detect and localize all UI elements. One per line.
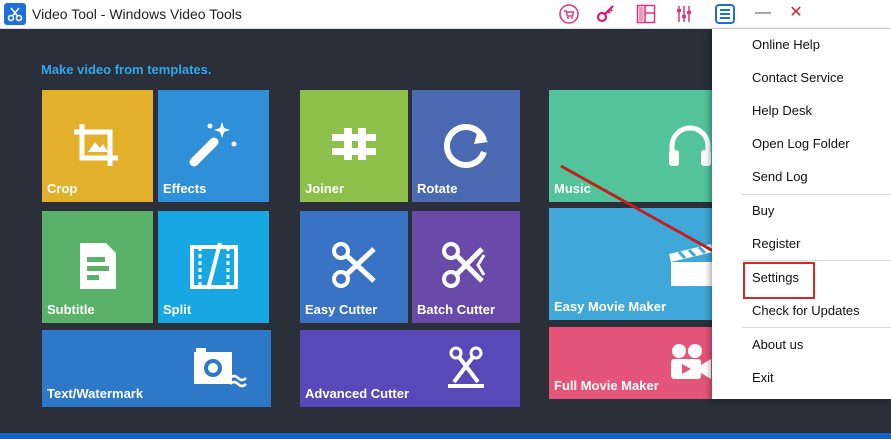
- menu-item-register[interactable]: Register: [752, 236, 800, 251]
- joiner-icon: [332, 128, 376, 160]
- tile-effects[interactable]: Effects: [158, 90, 269, 202]
- menu-item-contact-service[interactable]: Contact Service: [752, 70, 844, 85]
- key-icon[interactable]: [596, 4, 616, 24]
- menu-item-open-log-folder[interactable]: Open Log Folder: [752, 136, 850, 151]
- tile-batch-cutter[interactable]: Batch Cutter: [412, 211, 520, 323]
- close-button[interactable]: ✕: [784, 2, 808, 26]
- tile-crop[interactable]: Crop: [42, 90, 153, 202]
- tile-subtitle[interactable]: Subtitle: [42, 211, 153, 323]
- menu-separator: [742, 327, 891, 328]
- tile-split[interactable]: Split: [158, 211, 269, 323]
- camera-water-icon: [194, 348, 247, 388]
- tile-label: Advanced Cutter: [305, 386, 410, 401]
- tile-label: Full Movie Maker: [554, 378, 659, 393]
- menu-separator: [742, 260, 891, 261]
- taskbar-strip: [0, 433, 891, 439]
- window-title: Video Tool - Windows Video Tools: [32, 6, 242, 22]
- subtitle-icon: [80, 243, 116, 289]
- menu-item-about-us[interactable]: About us: [752, 337, 803, 352]
- settings-highlight-box: [743, 262, 815, 299]
- tile-label: Batch Cutter: [417, 302, 496, 317]
- film-split-icon: [190, 242, 238, 290]
- tile-label: Joiner: [305, 181, 345, 196]
- cart-icon[interactable]: [559, 4, 579, 24]
- tile-full-movie-maker[interactable]: Full Movie Maker: [549, 327, 719, 399]
- tile-advanced-cutter[interactable]: Advanced Cutter: [300, 330, 520, 407]
- layout-icon[interactable]: [636, 4, 656, 24]
- app-scissors-icon: [4, 3, 26, 25]
- magic-wand-icon: [189, 122, 237, 167]
- templates-heading: Make video from templates.: [41, 62, 212, 77]
- menu-item-send-log[interactable]: Send Log: [752, 169, 808, 184]
- tile-rotate[interactable]: Rotate: [412, 90, 520, 202]
- tile-label: Crop: [47, 181, 78, 196]
- menu-item-check-for-updates[interactable]: Check for Updates: [752, 303, 860, 318]
- tile-joiner[interactable]: Joiner: [300, 90, 408, 202]
- scissors-icon: [332, 242, 376, 288]
- tile-label: Text/Watermark: [47, 386, 144, 401]
- scissors-icon: [442, 242, 486, 288]
- title-bar: Video Tool - Windows Video Tools — ✕: [0, 0, 891, 29]
- tile-easy-cutter[interactable]: Easy Cutter: [300, 211, 408, 323]
- crop-icon: [74, 124, 118, 166]
- settings-sliders-icon[interactable]: [674, 4, 694, 24]
- video-camera-icon: [671, 344, 711, 379]
- minimize-button[interactable]: —: [751, 2, 775, 26]
- menu-item-buy[interactable]: Buy: [752, 203, 774, 218]
- tile-label: Subtitle: [47, 302, 95, 317]
- menu-item-exit[interactable]: Exit: [752, 370, 774, 385]
- menu-item-help-desk[interactable]: Help Desk: [752, 103, 812, 118]
- menu-icon[interactable]: [715, 4, 735, 24]
- tile-label: Split: [163, 302, 192, 317]
- tile-label: Rotate: [417, 181, 458, 196]
- tile-label: Easy Cutter: [305, 302, 378, 317]
- menu-separator: [742, 194, 891, 195]
- rotate-icon: [443, 124, 488, 168]
- menu-item-online-help[interactable]: Online Help: [752, 37, 820, 52]
- tile-label: Effects: [163, 181, 207, 196]
- tile-text-watermark[interactable]: Text/Watermark: [42, 330, 271, 407]
- scissors-icon: [448, 346, 484, 388]
- tile-label: Easy Movie Maker: [554, 299, 667, 314]
